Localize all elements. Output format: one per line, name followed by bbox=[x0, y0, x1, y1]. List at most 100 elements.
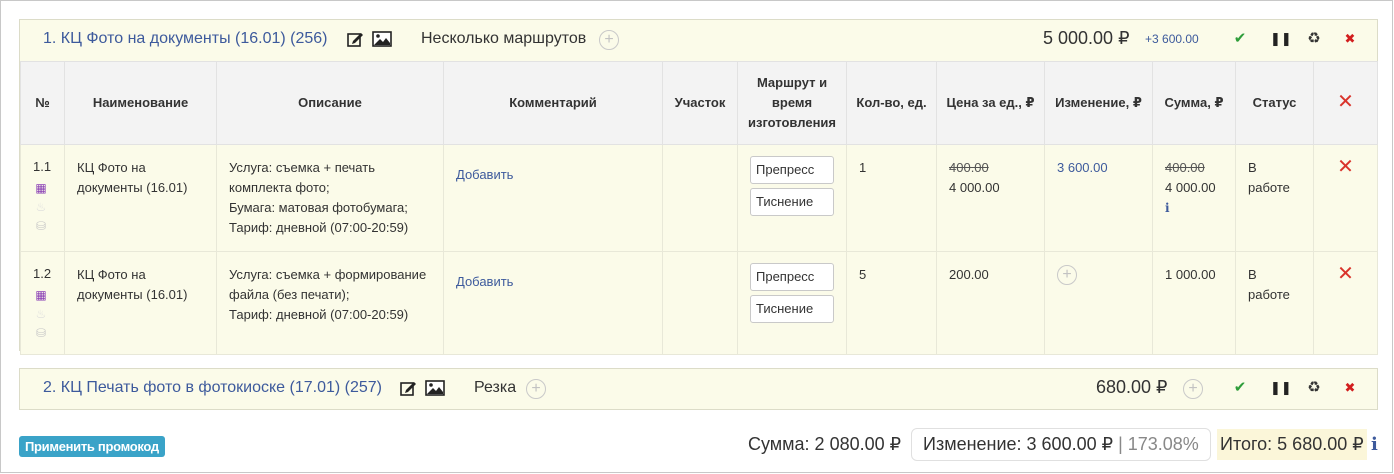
row-description: Услуга: съемка + формирование файла (без… bbox=[216, 251, 444, 355]
info-icon[interactable]: i bbox=[1371, 434, 1378, 455]
row-route: Препресс Тиснение bbox=[737, 144, 847, 252]
add-comment-link[interactable]: Добавить bbox=[456, 274, 513, 289]
calculator-icon[interactable]: ▦ bbox=[33, 287, 49, 303]
col-header-site: Участок bbox=[662, 61, 738, 145]
route-step-button[interactable]: Тиснение bbox=[750, 295, 834, 323]
edit-icon[interactable] bbox=[347, 31, 364, 47]
check-icon[interactable]: ✔ bbox=[1232, 380, 1248, 396]
recycle-icon[interactable]: ♻ bbox=[1306, 380, 1322, 396]
pause-icon[interactable]: ❚❚ bbox=[1270, 380, 1292, 396]
route-label: Резка bbox=[474, 379, 517, 396]
order-block: 1. КЦ Фото на документы (16.01) (256) Не… bbox=[19, 19, 1378, 355]
row-num: 1.1 bbox=[33, 159, 52, 174]
footer-change: Изменение: 3 600.00 ₽ bbox=[923, 434, 1114, 454]
row-sum: 400.00 4 000.00 i bbox=[1152, 144, 1236, 252]
row-route: Препресс Тиснение bbox=[737, 251, 847, 355]
footer-sum: Сумма: 2 080.00 ₽ bbox=[748, 434, 902, 454]
col-header-delete: ✕ bbox=[1313, 61, 1378, 145]
calculator-icon[interactable]: ▦ bbox=[33, 180, 49, 196]
check-icon[interactable]: ✔ bbox=[1232, 31, 1248, 47]
row-delete: ✕ bbox=[1313, 144, 1378, 252]
row-qty: 5 bbox=[846, 251, 937, 355]
order-items-table: № Наименование Описание Комментарий Учас… bbox=[20, 61, 1378, 355]
change-link[interactable]: 3 600.00 bbox=[1057, 160, 1108, 175]
description-line: Услуга: съемка + формирование файла (без… bbox=[229, 267, 427, 302]
row-qty: 1 bbox=[846, 144, 937, 252]
footer-change-percent: 173.08% bbox=[1127, 434, 1199, 454]
order-sum: 680.00 ₽ bbox=[1096, 377, 1168, 397]
footer-total: Итого: 5 680.00 ₽ bbox=[1217, 429, 1367, 460]
row-comment: Добавить bbox=[443, 144, 663, 252]
row-status: В работе bbox=[1235, 251, 1314, 355]
row-num-cell: 1.2 ▦ ♨ ⛁ bbox=[20, 251, 65, 355]
close-icon[interactable]: ✕ bbox=[1326, 157, 1365, 177]
row-num: 1.2 bbox=[33, 266, 52, 281]
table-header-row: № Наименование Описание Комментарий Учас… bbox=[20, 61, 1378, 145]
coins-icon: ⛁ bbox=[35, 219, 47, 233]
apply-promo-button[interactable]: Применить промокод bbox=[19, 436, 165, 457]
add-circle-icon[interactable]: + bbox=[599, 30, 619, 50]
col-header-sum: Сумма, ₽ bbox=[1152, 61, 1236, 145]
close-icon[interactable]: ✖ bbox=[1342, 31, 1358, 47]
coins-icon: ⛁ bbox=[35, 326, 47, 340]
fire-icon: ♨ bbox=[35, 307, 47, 321]
col-header-route: Маршрут и время изготовления bbox=[737, 61, 847, 145]
image-icon[interactable] bbox=[425, 380, 445, 396]
add-comment-link[interactable]: Добавить bbox=[456, 167, 513, 182]
order-header: 1. КЦ Фото на документы (16.01) (256) Не… bbox=[20, 20, 1377, 61]
row-description: Услуга: съемка + печать комплекта фото; … bbox=[216, 144, 444, 252]
col-header-num: № bbox=[20, 61, 65, 145]
add-circle-icon[interactable]: + bbox=[1057, 265, 1077, 285]
order-change-link[interactable]: +3 600.00 bbox=[1145, 32, 1199, 46]
row-price: 400.00 4 000.00 bbox=[936, 144, 1045, 252]
route-step-button[interactable]: Препресс bbox=[750, 263, 834, 291]
new-price: 4 000.00 bbox=[949, 180, 1000, 195]
close-icon[interactable]: ✖ bbox=[1342, 380, 1358, 396]
route-label: Несколько маршрутов bbox=[421, 30, 587, 47]
col-header-qty: Кол-во, ед. bbox=[846, 61, 937, 145]
row-site bbox=[662, 251, 738, 355]
col-header-status: Статус bbox=[1235, 61, 1314, 145]
edit-icon[interactable] bbox=[400, 380, 417, 396]
image-icon[interactable] bbox=[372, 31, 392, 47]
footer-change-box: Изменение: 3 600.00 ₽ | 173.08% bbox=[911, 428, 1211, 461]
row-num-cell: 1.1 ▦ ♨ ⛁ bbox=[20, 144, 65, 252]
route-step-button[interactable]: Тиснение bbox=[750, 188, 834, 216]
description-line: Услуга: съемка + печать комплекта фото; bbox=[229, 160, 375, 195]
route-step-button[interactable]: Препресс bbox=[750, 156, 834, 184]
row-change: 3 600.00 bbox=[1044, 144, 1153, 252]
row-sum: 1 000.00 bbox=[1152, 251, 1236, 355]
recycle-icon[interactable]: ♻ bbox=[1306, 31, 1322, 47]
old-price: 400.00 bbox=[949, 160, 989, 175]
row-delete: ✕ bbox=[1313, 251, 1378, 355]
fire-icon: ♨ bbox=[35, 200, 47, 214]
order-title-link[interactable]: 2. КЦ Печать фото в фотокиоске (17.01) (… bbox=[43, 379, 382, 397]
description-line: Тариф: дневной (07:00-20:59) bbox=[229, 220, 409, 235]
row-change: + bbox=[1044, 251, 1153, 355]
order-block: 2. КЦ Печать фото в фотокиоске (17.01) (… bbox=[19, 368, 1378, 410]
row-comment: Добавить bbox=[443, 251, 663, 355]
row-name: КЦ Фото на документы (16.01) bbox=[64, 251, 217, 355]
pause-icon[interactable]: ❚❚ bbox=[1270, 31, 1292, 47]
close-icon[interactable]: ✕ bbox=[1326, 264, 1365, 284]
info-icon[interactable]: i bbox=[1165, 201, 1170, 215]
row-price: 200.00 bbox=[936, 251, 1045, 355]
old-sum: 400.00 bbox=[1165, 160, 1205, 175]
row-status: В работе bbox=[1235, 144, 1314, 252]
col-header-name: Наименование bbox=[64, 61, 217, 145]
col-header-description: Описание bbox=[216, 61, 444, 145]
add-circle-icon[interactable]: + bbox=[526, 379, 546, 399]
table-row: 1.2 ▦ ♨ ⛁ КЦ Фото на документы (16.01) У… bbox=[20, 251, 1378, 355]
add-circle-icon[interactable]: + bbox=[1183, 379, 1203, 399]
order-list-panel: 1. КЦ Фото на документы (16.01) (256) Не… bbox=[0, 0, 1393, 473]
close-icon[interactable]: ✕ bbox=[1337, 91, 1354, 113]
col-header-comment: Комментарий bbox=[443, 61, 663, 145]
row-name: КЦ Фото на документы (16.01) bbox=[64, 144, 217, 252]
description-line: Бумага: матовая фотобумага; bbox=[229, 200, 408, 215]
row-site bbox=[662, 144, 738, 252]
col-header-change: Изменение, ₽ bbox=[1044, 61, 1153, 145]
col-header-price: Цена за ед., ₽ bbox=[936, 61, 1045, 145]
new-sum: 4 000.00 bbox=[1165, 180, 1216, 195]
description-line: Тариф: дневной (07:00-20:59) bbox=[229, 307, 409, 322]
order-title-link[interactable]: 1. КЦ Фото на документы (16.01) (256) bbox=[43, 30, 328, 48]
